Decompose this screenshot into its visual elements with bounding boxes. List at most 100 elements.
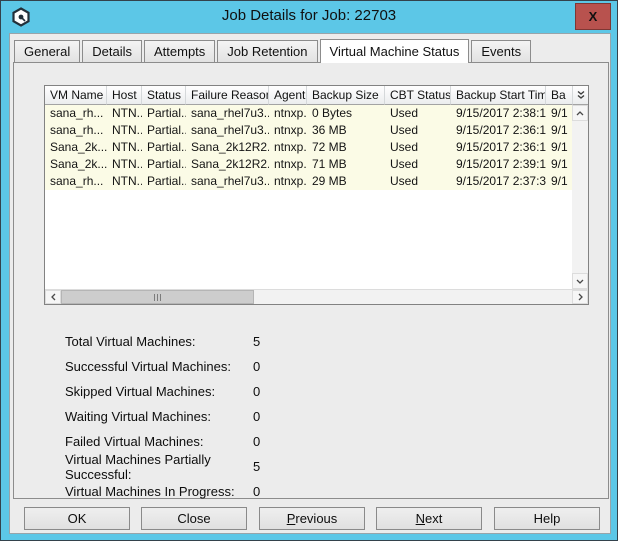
tab-events[interactable]: Events [471,40,531,62]
cell-cbt-status: Used [385,139,451,156]
tab-general[interactable]: General [14,40,80,62]
close-icon: X [589,9,598,24]
column-header-host[interactable]: Host [107,86,142,105]
column-header-agent[interactable]: Agent [269,86,307,105]
cell-backup-start-time: 9/15/2017 2:39:1... [451,156,546,173]
cell-host: NTN... [107,122,142,139]
cell-backup-size: 29 MB [307,173,385,190]
job-details-dialog: Job Details for Job: 22703 X General Det… [0,0,618,541]
dialog-body: General Details Attempts Job Retention V… [9,33,611,534]
table-row[interactable]: sana_rh... NTN... Partial... sana_rhel7u… [45,122,572,139]
vm-status-table: VM Name Host Status Failure Reason Agent… [44,85,589,305]
summary-value: 0 [253,484,293,499]
cell-status: Partial... [142,173,186,190]
column-header-failure-reason[interactable]: Failure Reason [186,86,269,105]
summary-partially-successful-vms: Virtual Machines Partially Successful: 5 [65,454,293,479]
cell-backup-size: 36 MB [307,122,385,139]
table-row[interactable]: Sana_2k... NTN... Partial... Sana_2k12R2… [45,139,572,156]
cell-host: NTN... [107,173,142,190]
cell-status: Partial... [142,156,186,173]
summary-label: Failed Virtual Machines: [65,434,253,449]
summary-value: 5 [253,459,293,474]
virtual-machine-status-panel: VM Name Host Status Failure Reason Agent… [13,62,609,499]
column-header-backup-size[interactable]: Backup Size [307,86,385,105]
cell-host: NTN... [107,139,142,156]
cell-backup-start-time: 9/15/2017 2:37:3... [451,173,546,190]
summary-section: Total Virtual Machines: 5 Successful Vir… [65,329,293,504]
double-chevron-down-icon [576,90,586,100]
cell-cbt-status: Used [385,122,451,139]
summary-label: Total Virtual Machines: [65,334,253,349]
cell-host: NTN... [107,105,142,122]
summary-label: Virtual Machines Partially Successful: [65,452,253,482]
previous-button[interactable]: Previous [259,507,365,530]
horizontal-scroll-thumb[interactable] [61,290,254,304]
table-row[interactable]: Sana_2k... NTN... Partial... Sana_2k12R2… [45,156,572,173]
column-header-cbt-status[interactable]: CBT Status [385,86,451,105]
cell-vm-name: sana_rh... [45,105,107,122]
cell-backup-end-time: 9/1 [546,105,572,122]
tab-job-retention[interactable]: Job Retention [217,40,317,62]
close-dialog-button[interactable]: Close [141,507,247,530]
close-button[interactable]: X [575,3,611,30]
cell-vm-name: Sana_2k... [45,156,107,173]
cell-host: NTN... [107,156,142,173]
cell-agent: ntnxp... [269,156,307,173]
column-header-vm-name[interactable]: VM Name [45,86,107,105]
scroll-left-button[interactable] [45,290,61,304]
summary-in-progress-vms: Virtual Machines In Progress: 0 [65,479,293,504]
thumb-grip [157,294,158,301]
cell-vm-name: Sana_2k... [45,139,107,156]
column-header-backup-end-time-truncated[interactable]: Ba [546,86,572,105]
titlebar[interactable]: Job Details for Job: 22703 X [1,1,617,33]
ok-button[interactable]: OK [24,507,130,530]
table-header-row: VM Name Host Status Failure Reason Agent… [45,86,572,105]
thumb-grip [154,294,155,301]
scroll-right-button[interactable] [572,290,588,304]
cell-agent: ntnxp... [269,173,307,190]
summary-label: Skipped Virtual Machines: [65,384,253,399]
cell-agent: ntnxp... [269,122,307,139]
summary-value: 0 [253,409,293,424]
help-button[interactable]: Help [494,507,600,530]
summary-failed-vms: Failed Virtual Machines: 0 [65,429,293,454]
cell-status: Partial... [142,122,186,139]
tab-details[interactable]: Details [82,40,142,62]
column-header-status[interactable]: Status [142,86,186,105]
tab-bar: General Details Attempts Job Retention V… [14,38,533,62]
cell-status: Partial... [142,139,186,156]
cell-failure-reason: Sana_2k12R2... [186,139,269,156]
cell-backup-end-time: 9/1 [546,139,572,156]
summary-value: 5 [253,334,293,349]
scroll-down-button[interactable] [572,273,588,289]
cell-backup-start-time: 9/15/2017 2:38:1... [451,105,546,122]
column-overflow-button[interactable] [572,86,588,105]
thumb-grip [160,294,161,301]
cell-vm-name: sana_rh... [45,173,107,190]
table-body: sana_rh... NTN... Partial... sana_rhel7u… [45,105,572,289]
vertical-scrollbar[interactable] [572,105,588,289]
next-button[interactable]: Next [376,507,482,530]
table-row[interactable]: sana_rh... NTN... Partial... sana_rhel7u… [45,105,572,122]
cell-cbt-status: Used [385,105,451,122]
tab-attempts[interactable]: Attempts [144,40,215,62]
tab-virtual-machine-status[interactable]: Virtual Machine Status [320,39,470,63]
cell-backup-size: 72 MB [307,139,385,156]
summary-label: Waiting Virtual Machines: [65,409,253,424]
cell-status: Partial... [142,105,186,122]
chevron-up-icon [576,111,584,116]
summary-value: 0 [253,434,293,449]
cell-failure-reason: sana_rhel7u3... [186,105,269,122]
table-row[interactable]: sana_rh... NTN... Partial... sana_rhel7u… [45,173,572,190]
scroll-up-button[interactable] [572,105,588,121]
cell-backup-end-time: 9/1 [546,173,572,190]
summary-skipped-vms: Skipped Virtual Machines: 0 [65,379,293,404]
horizontal-scrollbar[interactable] [45,289,588,304]
cell-failure-reason: Sana_2k12R2... [186,156,269,173]
chevron-left-icon [51,293,56,301]
cell-backup-size: 71 MB [307,156,385,173]
column-header-backup-start-time[interactable]: Backup Start Time [451,86,546,105]
cell-backup-start-time: 9/15/2017 2:36:1... [451,139,546,156]
cell-backup-end-time: 9/1 [546,122,572,139]
summary-label: Virtual Machines In Progress: [65,484,253,499]
